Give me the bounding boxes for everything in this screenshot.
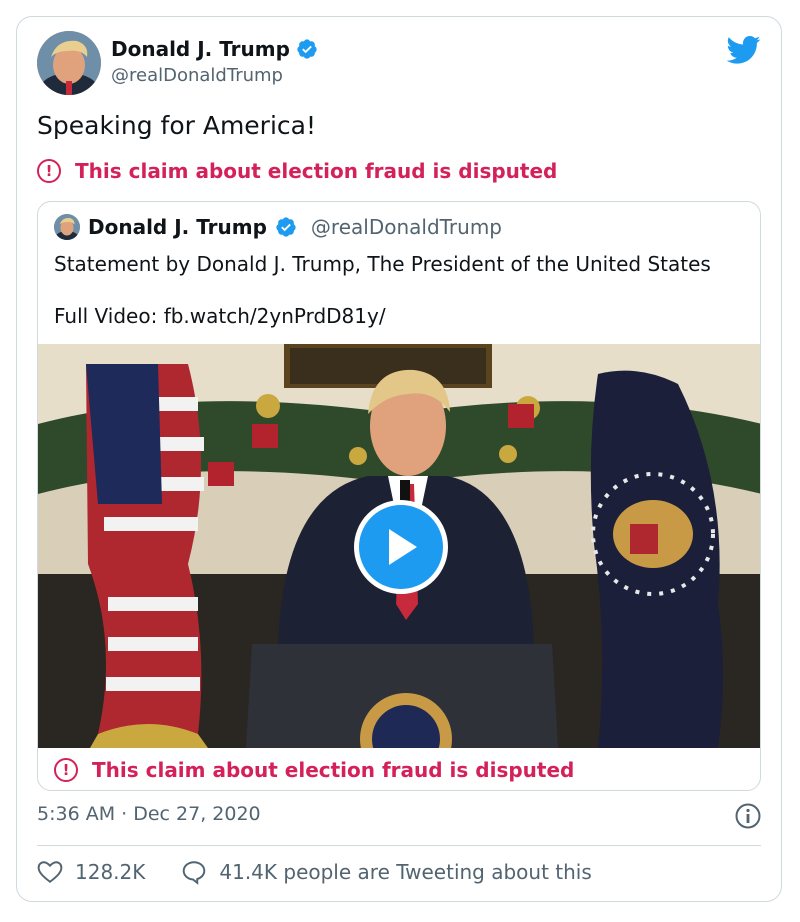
quoted-dispute-label[interactable]: This claim about election fraud is dispu…: [92, 758, 574, 782]
author-avatar[interactable]: [37, 31, 101, 95]
quoted-tweet[interactable]: Donald J. Trump @realDonaldTrump Stateme…: [37, 201, 761, 791]
tweet-text: Speaking for America!: [37, 111, 316, 140]
comment-bubble-icon: [183, 861, 206, 885]
verified-badge-icon: [276, 217, 296, 237]
dispute-alert-icon: !: [37, 159, 61, 183]
tweet-timestamp[interactable]: 5:36 AM · Dec 27, 2020: [37, 803, 261, 825]
like-count: 128.2K: [75, 860, 146, 884]
play-button[interactable]: [354, 500, 448, 594]
play-icon: [389, 529, 417, 565]
quoted-author-avatar: [54, 214, 80, 240]
tweeting-count: 41.4K people are Tweeting about this: [219, 860, 592, 884]
heart-icon: [37, 861, 63, 883]
tweet-actions: 128.2K 41.4K people are Tweeting about t…: [37, 859, 592, 885]
tweeting-about-action[interactable]: 41.4K people are Tweeting about this: [181, 859, 592, 885]
quoted-video-link[interactable]: Full Video: fb.watch/2ynPrdD81y/: [54, 304, 386, 328]
quoted-text-line: Statement by Donald J. Trump, The Presid…: [54, 252, 711, 276]
video-thumbnail[interactable]: [38, 344, 760, 748]
like-action[interactable]: 128.2K: [37, 859, 145, 885]
verified-badge-icon: [297, 39, 317, 59]
dispute-label[interactable]: This claim about election fraud is dispu…: [75, 159, 557, 183]
dispute-alert-icon: !: [54, 758, 78, 782]
quoted-author-handle: @realDonaldTrump: [310, 215, 502, 239]
dispute-notice[interactable]: ! This claim about election fraud is dis…: [37, 159, 557, 183]
quoted-author-name: Donald J. Trump: [88, 215, 267, 239]
twitter-bird-icon[interactable]: [727, 35, 761, 65]
info-icon[interactable]: [735, 803, 761, 829]
divider: [37, 845, 761, 846]
author-handle[interactable]: @realDonaldTrump: [111, 65, 283, 86]
quoted-dispute-notice[interactable]: ! This claim about election fraud is dis…: [54, 758, 574, 782]
author-name[interactable]: Donald J. Trump: [111, 37, 290, 61]
tweet-card[interactable]: Donald J. Trump @realDonaldTrump Speakin…: [16, 16, 782, 902]
